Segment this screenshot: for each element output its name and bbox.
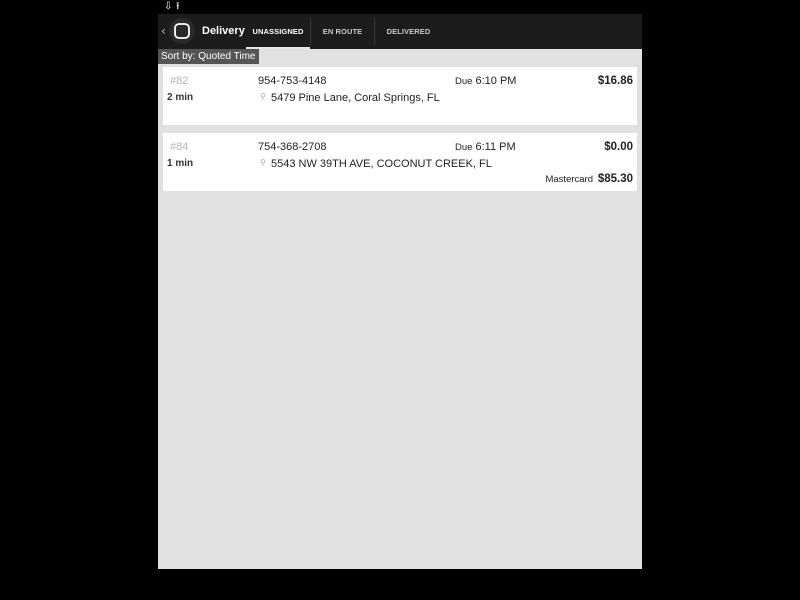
payment-amount: $85.30 — [597, 173, 633, 185]
chevron-left-icon[interactable]: ‹ — [161, 23, 166, 39]
delivery-address[interactable]: 5479 Pine Lane, Coral Springs, FL — [271, 92, 440, 104]
customer-phone[interactable]: 754-368-2708 — [258, 141, 327, 153]
due-time: Due 6:10 PM — [455, 75, 516, 87]
app-title: Delivery — [202, 25, 245, 37]
order-card[interactable]: #84 1 min 754-368-2708 ⚲ 5543 NW 39TH AV… — [163, 133, 637, 191]
elapsed-time: 1 min — [167, 158, 194, 169]
due-label: Due — [455, 142, 473, 153]
order-number: #84 — [170, 141, 189, 153]
order-total: $0.00 — [604, 141, 633, 153]
app-screen: ‹ Delivery UNASSIGNED EN ROUTE DELIVERED… — [158, 14, 642, 569]
order-total: $16.86 — [597, 75, 633, 87]
payment-method: Mastercard — [545, 174, 593, 185]
elapsed-time: 2 min — [167, 92, 194, 103]
order-number: #82 — [170, 75, 189, 87]
status-bar: ⇩ ⭱ — [158, 0, 642, 14]
due-label: Due — [455, 76, 473, 87]
download-notification-icon: ⇩ — [164, 1, 173, 12]
map-pin-icon: ⚲ — [260, 158, 266, 167]
delivery-address[interactable]: 5543 NW 39TH AVE, COCONUT CREEK, FL — [271, 158, 492, 170]
app-logo-icon[interactable] — [169, 18, 195, 44]
tab-delivered[interactable]: DELIVERED — [375, 14, 442, 49]
map-pin-icon: ⚲ — [260, 92, 266, 101]
due-time-value: 6:10 PM — [475, 75, 517, 87]
tab-unassigned[interactable]: UNASSIGNED — [246, 14, 310, 49]
upload-icon: ⭱ — [176, 1, 180, 12]
customer-phone[interactable]: 954-753-4148 — [258, 75, 327, 87]
due-time-value: 6:11 PM — [475, 141, 516, 153]
order-card[interactable]: #82 2 min 954-753-4148 ⚲ 5479 Pine Lane,… — [163, 67, 637, 125]
sort-selector[interactable]: Sort by: Quoted Time — [158, 49, 259, 64]
due-time: Due 6:11 PM — [455, 141, 516, 153]
top-app-bar: ‹ Delivery UNASSIGNED EN ROUTE DELIVERED — [158, 14, 642, 49]
tab-en-route[interactable]: EN ROUTE — [311, 14, 374, 49]
